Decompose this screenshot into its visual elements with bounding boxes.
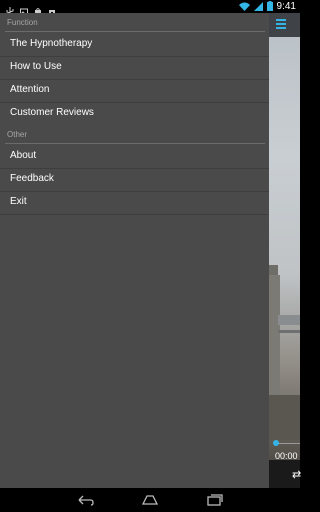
back-icon[interactable] [75,492,95,508]
system-icons: 9:41 [238,0,296,13]
tower [268,275,280,395]
status-bar: 9:41 [0,0,300,16]
section-divider [5,143,265,144]
section-divider [5,31,265,32]
menu-item-how-to-use[interactable]: How to Use [0,56,269,79]
home-icon[interactable] [140,492,160,508]
river [268,395,300,440]
menu-item-the-hypnotherapy[interactable]: The Hypnotherapy [0,33,269,56]
menu-item-label: Exit [10,196,27,207]
section-header-function: Function [7,18,38,27]
navigation-drawer: Function The Hypnotherapy How to Use Att… [0,13,269,488]
bridge-deck [278,330,300,333]
menu-item-about[interactable]: About [0,145,269,168]
menu-item-customer-reviews[interactable]: Customer Reviews [0,102,269,125]
image-icon [20,3,28,15]
notification-icons [6,2,56,16]
section-header-other: Other [7,130,28,139]
menu-item-exit[interactable]: Exit [0,191,269,214]
status-time: 9:41 [276,1,296,12]
repeat-icon[interactable]: ⇄ [292,470,301,481]
seek-thumb[interactable] [273,440,279,446]
recent-apps-icon[interactable] [205,492,225,508]
menu-item-label: Feedback [10,173,54,184]
menu-item-label: About [10,150,37,161]
menu-item-label: Customer Reviews [10,107,94,118]
menu-item-label: Attention [10,84,50,95]
bridge [278,315,300,325]
current-time: 00:00 [275,451,298,461]
menu-item-label: The Hypnotherapy [10,38,93,49]
menu-item-feedback[interactable]: Feedback [0,168,269,191]
usb-icon [6,3,14,16]
store-icon [34,3,42,16]
item-divider [0,214,269,215]
menu-item-label: How to Use [10,61,62,72]
menu-item-attention[interactable]: Attention [0,79,269,102]
shop-icon [48,3,56,16]
menu-icon[interactable] [276,19,286,29]
system-navigation-bar [0,488,300,512]
